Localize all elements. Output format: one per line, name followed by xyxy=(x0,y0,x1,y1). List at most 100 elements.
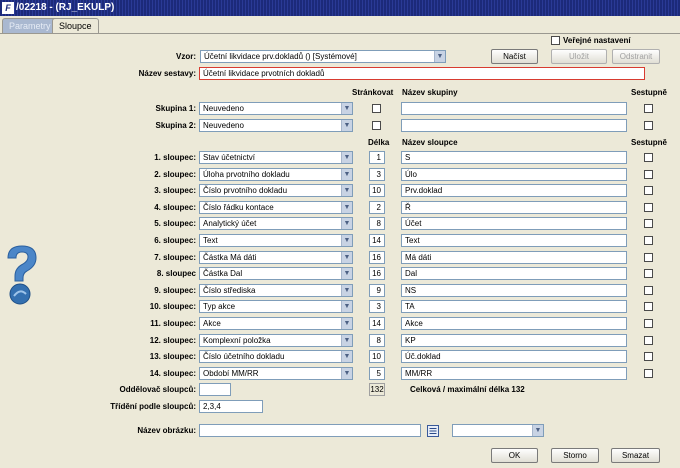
column-length-input[interactable]: 5 xyxy=(369,366,385,380)
group-select[interactable]: Neuvedeno ▼ xyxy=(199,119,353,132)
save-button[interactable]: Uložit xyxy=(551,49,607,64)
column-select[interactable]: Text ▼ xyxy=(199,234,353,247)
delete-button[interactable]: Smazat xyxy=(611,448,660,463)
column-name-input[interactable]: Text xyxy=(401,234,627,247)
column-desc-checkbox[interactable] xyxy=(644,202,653,212)
chevron-down-icon[interactable]: ▼ xyxy=(341,251,352,263)
column-length-input[interactable]: 8 xyxy=(369,217,385,231)
column-select[interactable]: Komplexní položka ▼ xyxy=(199,333,353,347)
chevron-down-icon[interactable]: ▼ xyxy=(341,152,352,163)
report-name-input[interactable]: Účetní likvidace prvotních dokladů xyxy=(199,67,645,80)
column-select[interactable]: Akce ▼ xyxy=(199,317,353,330)
group-paging-checkbox[interactable] xyxy=(372,121,381,130)
column-name-input[interactable]: MM/RR xyxy=(401,366,627,380)
column-name-input[interactable]: Má dáti xyxy=(401,250,627,264)
column-length-input[interactable]: 3 xyxy=(369,300,385,314)
chevron-down-icon[interactable]: ▼ xyxy=(341,120,352,131)
chevron-down-icon[interactable]: ▼ xyxy=(341,284,352,296)
column-desc-checkbox[interactable] xyxy=(644,219,653,229)
remove-button[interactable]: Odstranit xyxy=(612,49,660,64)
column-length-input[interactable]: 16 xyxy=(369,250,385,264)
column-name-input[interactable]: Úlo xyxy=(401,167,627,181)
group-name-input[interactable] xyxy=(401,119,627,132)
column-name-input[interactable]: Úč.doklad xyxy=(401,350,627,364)
column-desc-checkbox[interactable] xyxy=(644,236,653,245)
chevron-down-icon[interactable]: ▼ xyxy=(341,218,352,230)
chevron-down-icon[interactable]: ▼ xyxy=(434,51,445,62)
column-desc-checkbox[interactable] xyxy=(644,352,653,362)
chevron-down-icon[interactable]: ▼ xyxy=(532,425,543,436)
group-paging-checkbox[interactable] xyxy=(372,104,381,113)
column-desc-checkbox[interactable] xyxy=(644,252,653,262)
public-settings-checkbox[interactable] xyxy=(551,36,560,45)
cancel-button[interactable]: Storno xyxy=(551,448,599,463)
column-desc-checkbox[interactable] xyxy=(644,319,653,328)
chevron-down-icon[interactable]: ▼ xyxy=(341,185,352,197)
sort-input[interactable]: 2,3,4 xyxy=(199,400,263,413)
column-name-input[interactable]: TA xyxy=(401,300,627,314)
column-length-input[interactable]: 3 xyxy=(369,167,385,181)
chevron-down-icon[interactable]: ▼ xyxy=(341,103,352,114)
column-select[interactable]: Stav účetnictví ▼ xyxy=(199,151,353,164)
column-name-input[interactable]: S xyxy=(401,151,627,164)
column-select-value: Typ akce xyxy=(203,302,236,312)
separator-input[interactable] xyxy=(199,383,231,396)
column-name-input[interactable]: KP xyxy=(401,333,627,347)
image-select[interactable]: ▼ xyxy=(452,424,544,437)
column-select[interactable]: Analytický účet ▼ xyxy=(199,217,353,231)
chevron-down-icon[interactable]: ▼ xyxy=(341,168,352,180)
help-icon[interactable] xyxy=(2,244,42,308)
column-name-input[interactable]: Ř xyxy=(401,200,627,214)
column-name-input[interactable]: Akce xyxy=(401,317,627,330)
group-select[interactable]: Neuvedeno ▼ xyxy=(199,102,353,115)
group-name-input[interactable] xyxy=(401,102,627,115)
column-length-input[interactable]: 14 xyxy=(369,234,385,247)
column-desc-checkbox[interactable] xyxy=(644,169,653,179)
chevron-down-icon[interactable]: ▼ xyxy=(341,351,352,363)
column-select[interactable]: Číslo řádku kontace ▼ xyxy=(199,200,353,214)
chevron-down-icon[interactable]: ▼ xyxy=(341,334,352,346)
column-select[interactable]: Číslo účetního dokladu ▼ xyxy=(199,350,353,364)
column-length-input[interactable]: 14 xyxy=(369,317,385,330)
column-desc-checkbox[interactable] xyxy=(644,335,653,345)
group-desc-checkbox[interactable] xyxy=(644,121,653,130)
column-desc-checkbox[interactable] xyxy=(644,302,653,312)
tab-parametry[interactable]: Parametry xyxy=(2,18,58,34)
column-select[interactable]: Typ akce ▼ xyxy=(199,300,353,314)
chevron-down-icon[interactable]: ▼ xyxy=(341,301,352,313)
column-select[interactable]: Číslo prvotního dokladu ▼ xyxy=(199,184,353,198)
column-length-input[interactable]: 8 xyxy=(369,333,385,347)
column-label: 8. sloupec xyxy=(156,269,196,279)
chevron-down-icon[interactable]: ▼ xyxy=(341,318,352,329)
column-length-input[interactable]: 10 xyxy=(369,184,385,198)
chevron-down-icon[interactable]: ▼ xyxy=(341,235,352,246)
column-desc-checkbox[interactable] xyxy=(644,153,653,162)
chevron-down-icon[interactable]: ▼ xyxy=(341,268,352,280)
column-name-input[interactable]: Dal xyxy=(401,267,627,281)
column-desc-checkbox[interactable] xyxy=(644,285,653,295)
column-desc-checkbox[interactable] xyxy=(644,269,653,279)
column-select[interactable]: Úloha prvotního dokladu ▼ xyxy=(199,167,353,181)
column-name-input[interactable]: Prv.doklad xyxy=(401,184,627,198)
column-length-input[interactable]: 16 xyxy=(369,267,385,281)
column-name-input[interactable]: Účet xyxy=(401,217,627,231)
column-select[interactable]: Částka Má dáti ▼ xyxy=(199,250,353,264)
column-length-input[interactable]: 1 xyxy=(369,151,385,164)
column-select[interactable]: Částka Dal ▼ xyxy=(199,267,353,281)
column-length-input[interactable]: 9 xyxy=(369,283,385,297)
column-select[interactable]: Období MM/RR ▼ xyxy=(199,366,353,380)
column-length-input[interactable]: 10 xyxy=(369,350,385,364)
group-desc-checkbox[interactable] xyxy=(644,104,653,113)
ok-button[interactable]: OK xyxy=(491,448,538,463)
column-desc-checkbox[interactable] xyxy=(644,186,653,196)
column-desc-checkbox[interactable] xyxy=(644,368,653,378)
list-icon[interactable] xyxy=(427,425,439,437)
column-name-input[interactable]: NS xyxy=(401,283,627,297)
chevron-down-icon[interactable]: ▼ xyxy=(341,201,352,213)
image-name-input[interactable] xyxy=(199,424,421,437)
column-length-input[interactable]: 2 xyxy=(369,200,385,214)
chevron-down-icon[interactable]: ▼ xyxy=(341,367,352,379)
template-select[interactable]: Účetní likvidace prv.dokladů () [Systémo… xyxy=(200,50,446,63)
column-select[interactable]: Číslo střediska ▼ xyxy=(199,283,353,297)
load-button[interactable]: Načíst xyxy=(491,49,538,64)
